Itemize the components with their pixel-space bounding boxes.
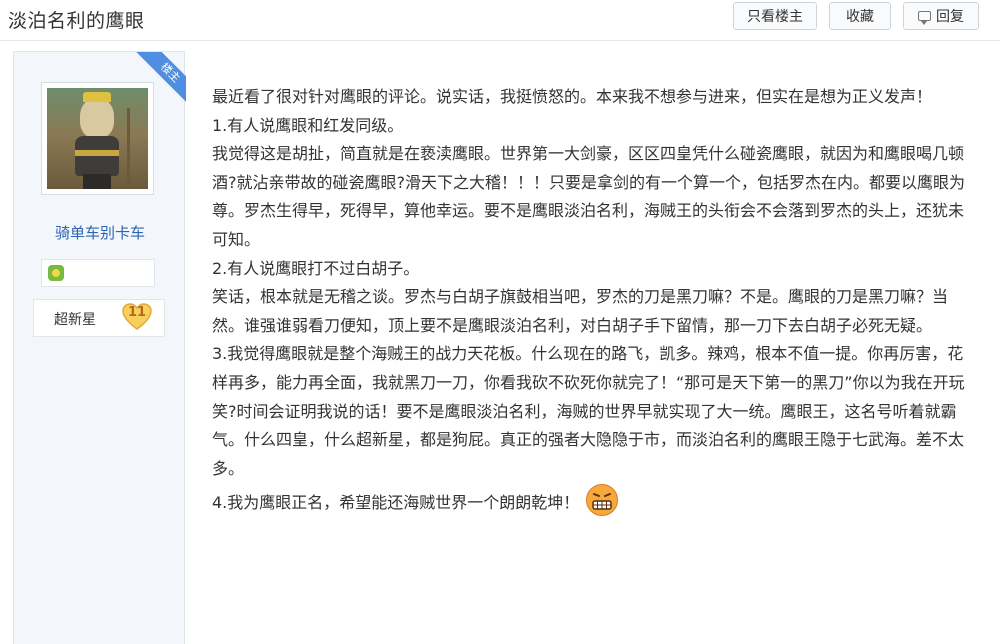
post-last-line: 4.我为鹰眼正名，希望能还海贼世界一个朗朗乾坤！ [212,483,972,518]
reply-button[interactable]: 回复 [903,2,979,30]
heart-rank-icon: 11 [122,303,152,331]
avatar-image [47,88,148,189]
post-paragraph: 最近看了很对针对鹰眼的评论。说实话，我挺愤怒的。本来我不想参与进来，但实在是想为… [212,87,933,106]
favorite-button[interactable]: 收藏 [829,2,891,30]
post-paragraph: 2.有人说鹰眼打不过白胡子。 [212,258,420,278]
post-paragraph: 1.有人说鹰眼和红发同级。 [212,115,404,135]
author-username[interactable]: 骑单车别卡车 [14,222,186,243]
badge-box [41,259,155,287]
speech-bubble-icon [918,11,931,25]
author-sidebar: 楼主 骑单车别卡车 超新星 11 [13,51,186,644]
rank-level: 11 [127,305,147,320]
post-content: 最近看了很对针对鹰眼的评论。说实话，我挺愤怒的。本来我不想参与进来，但实在是想为… [212,83,972,518]
post-paragraph: 4.我为鹰眼正名，希望能还海贼世界一个朗朗乾坤！ [212,493,580,513]
post-paragraph: 笑话，根本就是无稽之谈。罗杰与白胡子旗鼓相当吧，罗杰的刀是黑刀嘛？不是。鹰眼的刀… [212,287,949,335]
medal-icon[interactable] [48,265,64,281]
rank-label: 超新星 [54,312,96,328]
grimace-emoji-icon [585,483,619,517]
only-op-button[interactable]: 只看楼主 [733,2,817,30]
user-rank: 超新星 11 [33,299,165,337]
thread-header: 淡泊名利的鹰眼 只看楼主 收藏 回复 [0,0,1000,41]
post-paragraph: 我觉得这是胡扯，简直就是在亵渎鹰眼。世界第一大剑豪，区区四皇凭什么碰瓷鹰眼，就因… [212,144,965,249]
avatar[interactable] [41,82,154,195]
post-paragraph: 3.我觉得鹰眼就是整个海贼王的战力天花板。什么现在的路飞，凯多。辣鸡，根本不值一… [212,344,965,478]
reply-label: 回复 [936,9,964,25]
thread-title: 淡泊名利的鹰眼 [8,10,145,32]
